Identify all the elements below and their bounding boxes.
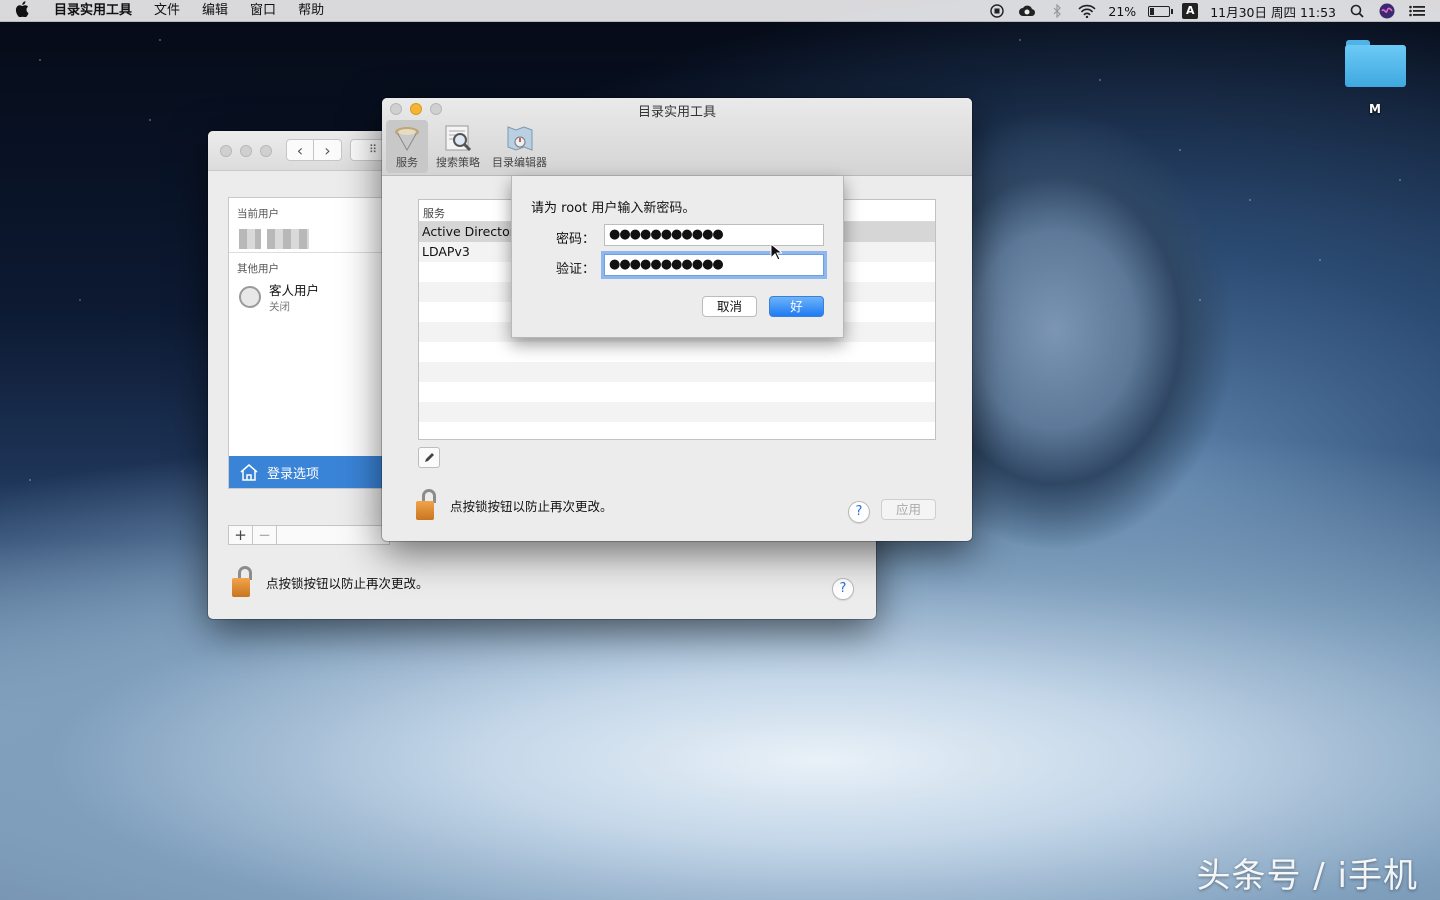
tab-services-label: 服务 xyxy=(396,156,418,169)
empty-row xyxy=(419,402,935,422)
tab-search-policy[interactable]: 搜索策略 xyxy=(432,120,484,173)
menu-edit[interactable]: 编辑 xyxy=(191,0,239,22)
close-button[interactable] xyxy=(220,145,232,157)
empty-row xyxy=(419,382,935,402)
help-button[interactable]: ? xyxy=(832,578,854,600)
guest-user-item[interactable]: 客人用户 关闭 xyxy=(229,276,387,314)
desktop-folder-icon[interactable] xyxy=(1343,38,1407,90)
password-label: 密码： xyxy=(556,232,596,247)
current-user-header: 当前用户 xyxy=(237,208,279,220)
show-all-grid-icon[interactable]: ⠿ xyxy=(350,139,386,161)
forward-button[interactable]: › xyxy=(314,139,342,161)
empty-row xyxy=(419,362,935,382)
house-icon xyxy=(240,464,258,481)
tab-directory-editor-label: 目录编辑器 xyxy=(492,156,547,169)
pixelated-username xyxy=(267,229,309,249)
other-users-header: 其他用户 xyxy=(237,263,279,275)
help-button[interactable]: ? xyxy=(848,501,870,523)
avatar xyxy=(239,229,261,249)
spotlight-search-icon[interactable] xyxy=(1348,2,1366,20)
apply-button[interactable]: 应用 xyxy=(881,499,936,520)
empty-row xyxy=(419,342,935,362)
menu-help[interactable]: 帮助 xyxy=(287,0,335,22)
root-password-sheet: 请为 root 用户输入新密码。 密码： ●●●●●●●●●●● 验证： ●●●… xyxy=(511,176,844,338)
tab-directory-editor[interactable]: 目录编辑器 xyxy=(488,120,551,173)
sheet-prompt: 请为 root 用户输入新密码。 xyxy=(531,201,696,216)
ok-button[interactable]: 好 xyxy=(769,296,824,317)
login-options-item[interactable]: 登录选项 xyxy=(229,456,387,488)
verify-field[interactable]: ●●●●●●●●●●● xyxy=(604,254,824,276)
tab-services[interactable]: 服务 xyxy=(386,120,428,173)
notification-center-icon[interactable] xyxy=(1408,2,1426,20)
verify-label: 验证： xyxy=(556,262,596,277)
bluetooth-icon[interactable] xyxy=(1048,2,1066,20)
battery-percent[interactable]: 21% xyxy=(1108,4,1136,19)
apple-menu-icon[interactable] xyxy=(0,0,44,21)
lock-text: 点按锁按钮以防止再次更改。 xyxy=(266,575,429,591)
lock-icon[interactable] xyxy=(228,565,258,599)
login-options-label: 登录选项 xyxy=(267,466,320,482)
siri-icon[interactable] xyxy=(1378,2,1396,20)
lock-row: 点按锁按钮以防止再次更改。 xyxy=(412,488,613,522)
user-list: 当前用户 其他用户 客人用户 关闭 登录选项 xyxy=(228,197,388,489)
watermark: 头条号 / i手机 xyxy=(1196,856,1418,896)
zoom-button[interactable] xyxy=(260,145,272,157)
password-field[interactable]: ●●●●●●●●●●● xyxy=(604,224,824,246)
remove-user-button[interactable]: − xyxy=(253,526,277,544)
wifi-icon[interactable] xyxy=(1078,2,1096,20)
menu-bar: 目录实用工具 文件 编辑 窗口 帮助 21% A 11月30日 周四 11:53 xyxy=(0,0,1440,22)
menu-file[interactable]: 文件 xyxy=(143,0,191,22)
window-titlebar[interactable]: 目录实用工具 服务 搜索策略 目录编辑器 xyxy=(382,98,972,176)
current-user-item[interactable] xyxy=(229,221,387,253)
battery-icon[interactable] xyxy=(1148,5,1174,17)
search-policy-icon xyxy=(441,122,475,154)
add-remove-buttons: + − xyxy=(228,525,390,545)
mouse-cursor-icon xyxy=(770,243,782,261)
guest-user-status: 关闭 xyxy=(269,301,290,313)
input-method-icon[interactable]: A xyxy=(1182,3,1199,19)
lock-row: 点按锁按钮以防止再次更改。 xyxy=(228,565,429,599)
menu-window[interactable]: 窗口 xyxy=(239,0,287,22)
edit-pencil-button[interactable] xyxy=(418,447,440,468)
window-title: 目录实用工具 xyxy=(637,105,716,120)
directory-editor-icon xyxy=(503,122,537,154)
tab-search-policy-label: 搜索策略 xyxy=(436,156,480,169)
back-button[interactable]: ‹ xyxy=(286,139,314,161)
services-icon xyxy=(390,122,424,154)
lock-text: 点按锁按钮以防止再次更改。 xyxy=(450,498,613,514)
pencil-icon xyxy=(425,452,434,462)
minimize-button[interactable] xyxy=(240,145,252,157)
creative-cloud-icon[interactable] xyxy=(1018,2,1036,20)
guest-user-name: 客人用户 xyxy=(269,283,320,298)
lock-icon[interactable] xyxy=(412,488,442,522)
add-user-button[interactable]: + xyxy=(229,526,253,544)
screen-record-icon[interactable] xyxy=(988,2,1006,20)
menu-app-name[interactable]: 目录实用工具 xyxy=(44,0,143,22)
clock[interactable]: 11月30日 周四 11:53 xyxy=(1210,2,1336,21)
desktop-folder-label[interactable]: M xyxy=(1345,102,1405,116)
cancel-button[interactable]: 取消 xyxy=(702,296,757,317)
guest-avatar-icon xyxy=(239,286,261,308)
